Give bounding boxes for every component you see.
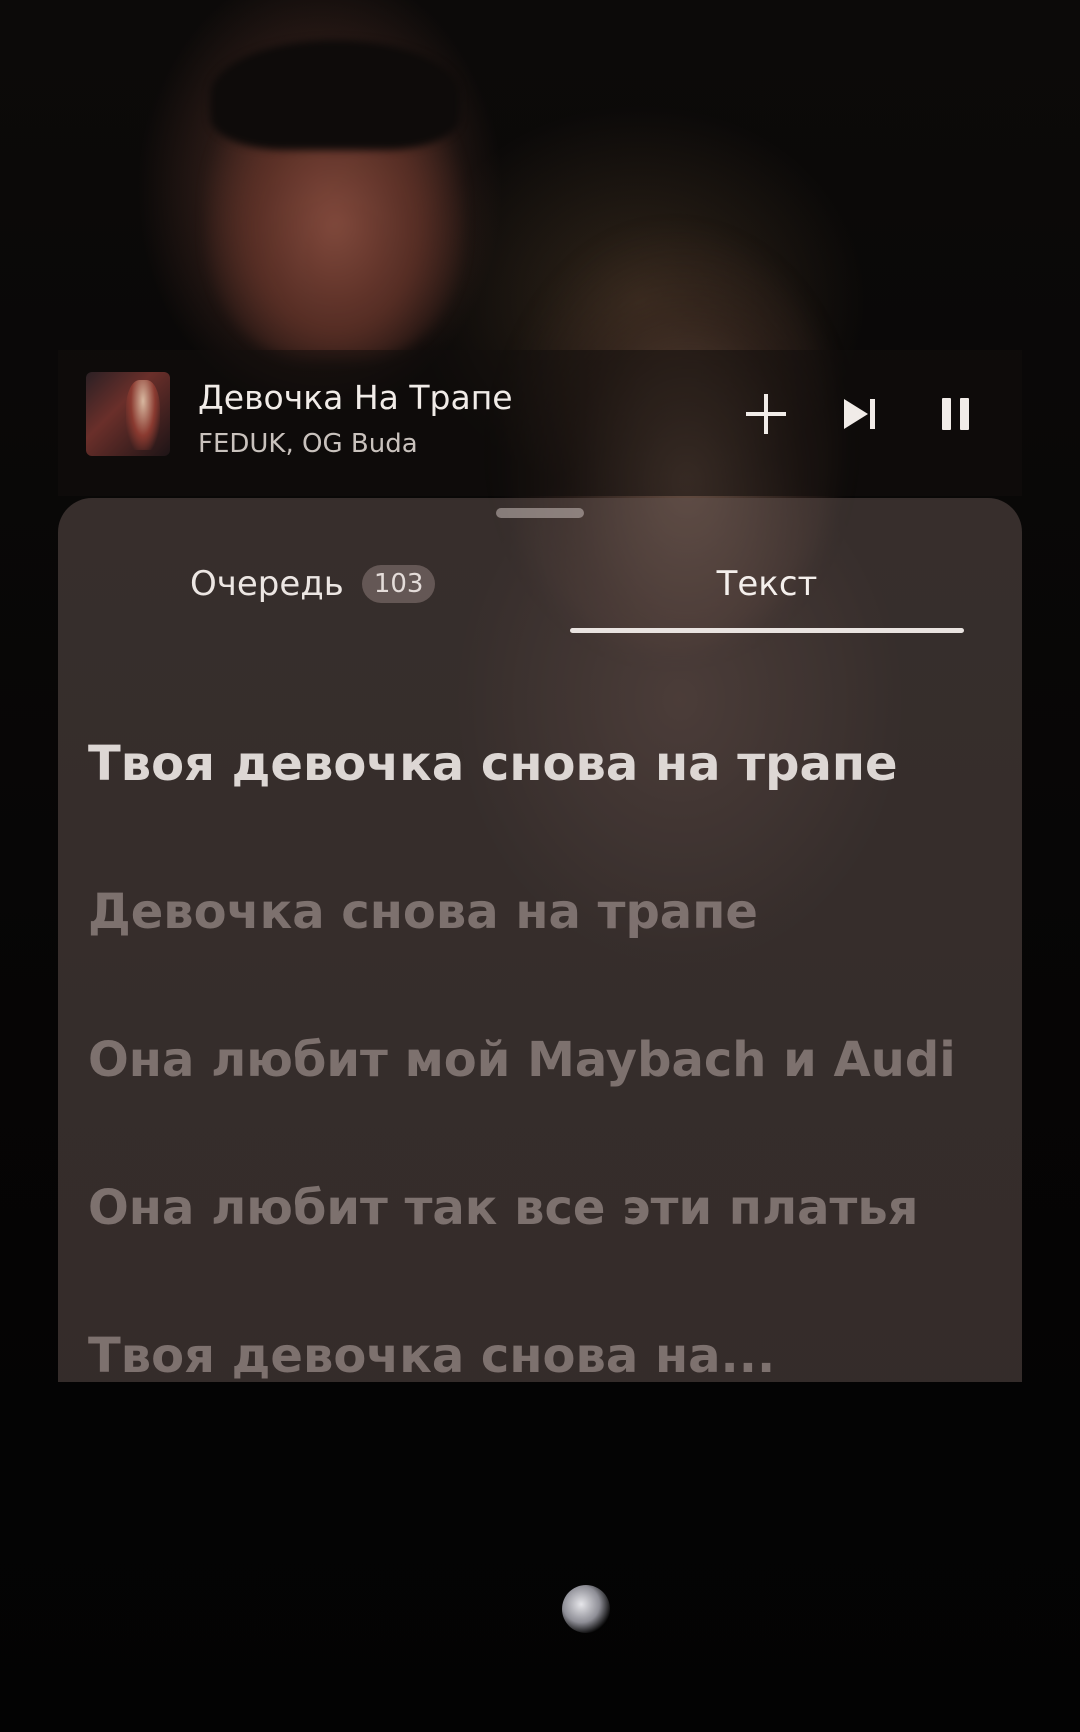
- lyric-line-current[interactable]: Твоя девочка снова на трапе: [88, 734, 1008, 794]
- background-photo: Девочка На Трапе FEDUK, OG Buda Очередь …: [0, 0, 1080, 1732]
- lyric-line[interactable]: Девочка снова на трапе: [88, 882, 1008, 942]
- pause-button[interactable]: [924, 382, 988, 446]
- mini-player[interactable]: Девочка На Трапе FEDUK, OG Buda: [58, 350, 1022, 496]
- plus-icon: [746, 394, 786, 434]
- skip-next-icon: [844, 399, 875, 429]
- track-title: Девочка На Трапе: [198, 378, 513, 417]
- photo-hair-left: [210, 40, 460, 150]
- track-info[interactable]: Девочка На Трапе FEDUK, OG Buda: [198, 376, 513, 464]
- tab-lyrics[interactable]: Текст: [570, 564, 964, 604]
- add-button[interactable]: [734, 382, 798, 446]
- active-tab-indicator: [570, 628, 964, 633]
- lyrics-sheet[interactable]: Очередь 103 Текст Твоя девочка снова на …: [58, 498, 1022, 1382]
- sheet-drag-handle[interactable]: [496, 508, 584, 518]
- tab-queue-label: Очередь: [190, 564, 344, 604]
- album-art[interactable]: [86, 372, 170, 456]
- lyric-line[interactable]: Она любит так все эти платья: [88, 1178, 1008, 1238]
- lyric-line[interactable]: Твоя девочка снова на...: [88, 1326, 1008, 1382]
- lyric-line[interactable]: Она любит мой Maybach и Audi: [88, 1030, 1008, 1090]
- next-button[interactable]: [828, 382, 892, 446]
- pause-icon: [942, 398, 969, 430]
- photo-earring: [562, 1585, 610, 1633]
- tab-queue[interactable]: Очередь 103: [190, 564, 436, 604]
- track-artist: FEDUK, OG Buda: [198, 429, 418, 459]
- tab-bar: Очередь 103 Текст: [58, 558, 1022, 628]
- lyrics-list[interactable]: Твоя девочка снова на трапе Девочка снов…: [88, 734, 1008, 1382]
- queue-count-badge: 103: [361, 565, 436, 603]
